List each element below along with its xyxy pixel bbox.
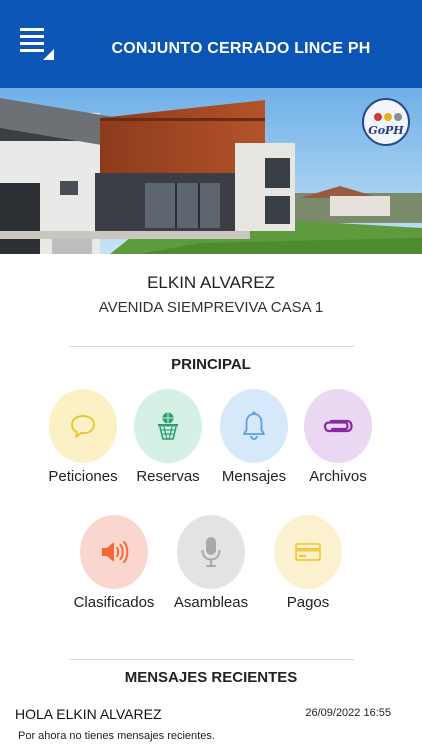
tile-label: Pagos bbox=[286, 594, 330, 611]
section-title-recent-messages: MENSAJES RECIENTES bbox=[124, 669, 298, 686]
chat-bubble-icon bbox=[71, 415, 95, 438]
tile-icon-circle bbox=[304, 389, 372, 463]
tile-icon-circle bbox=[49, 389, 117, 463]
tile-label: Asambleas bbox=[173, 594, 249, 611]
tile-label: Mensajes bbox=[221, 468, 287, 485]
app-bar: CONJUNTO CERRADO LINCE PH bbox=[0, 0, 422, 88]
tile-peticiones[interactable]: Peticiones bbox=[35, 389, 131, 485]
menu-icon[interactable] bbox=[20, 26, 56, 62]
app-title: CONJUNTO CERRADO LINCE PH bbox=[111, 40, 371, 57]
basketball-hoop-icon bbox=[158, 412, 178, 440]
bell-icon bbox=[243, 411, 265, 440]
message-title[interactable]: HOLA ELKIN ALVAREZ bbox=[15, 706, 162, 722]
tile-asambleas[interactable]: Asambleas bbox=[163, 515, 259, 611]
tile-clasificados[interactable]: Clasificados bbox=[66, 515, 162, 611]
tile-icon-circle bbox=[220, 389, 288, 463]
tile-icon-circle bbox=[274, 515, 342, 589]
resident-name: ELKIN ALVAREZ bbox=[147, 273, 275, 292]
tile-archivos[interactable]: Archivos bbox=[290, 389, 386, 485]
resident-address: AVENIDA SIEMPREVIVA CASA 1 bbox=[98, 299, 324, 316]
message-date: 26/09/2022 16:55 bbox=[305, 707, 391, 719]
tile-label: Clasificados bbox=[73, 594, 155, 611]
tile-pagos[interactable]: Pagos bbox=[260, 515, 356, 611]
tile-label: Peticiones bbox=[48, 468, 118, 485]
tile-icon-circle bbox=[80, 515, 148, 589]
tile-icon-circle bbox=[134, 389, 202, 463]
divider bbox=[69, 346, 354, 347]
tile-reservas[interactable]: Reservas bbox=[120, 389, 216, 485]
hero-house-image bbox=[0, 88, 422, 254]
section-title-principal: PRINCIPAL bbox=[171, 356, 251, 373]
paperclip-icon bbox=[323, 419, 353, 433]
message-body: Por ahora no tienes mensajes recientes. bbox=[18, 730, 215, 742]
credit-card-icon bbox=[295, 543, 321, 561]
tile-label: Reservas bbox=[136, 468, 200, 485]
tile-mensajes[interactable]: Mensajes bbox=[206, 389, 302, 485]
tile-icon-circle bbox=[177, 515, 245, 589]
divider bbox=[69, 659, 354, 660]
megaphone-icon bbox=[102, 541, 129, 563]
tile-label: Archivos bbox=[309, 468, 367, 485]
microphone-icon bbox=[201, 537, 221, 567]
goph-logo: GoPH bbox=[362, 98, 410, 146]
